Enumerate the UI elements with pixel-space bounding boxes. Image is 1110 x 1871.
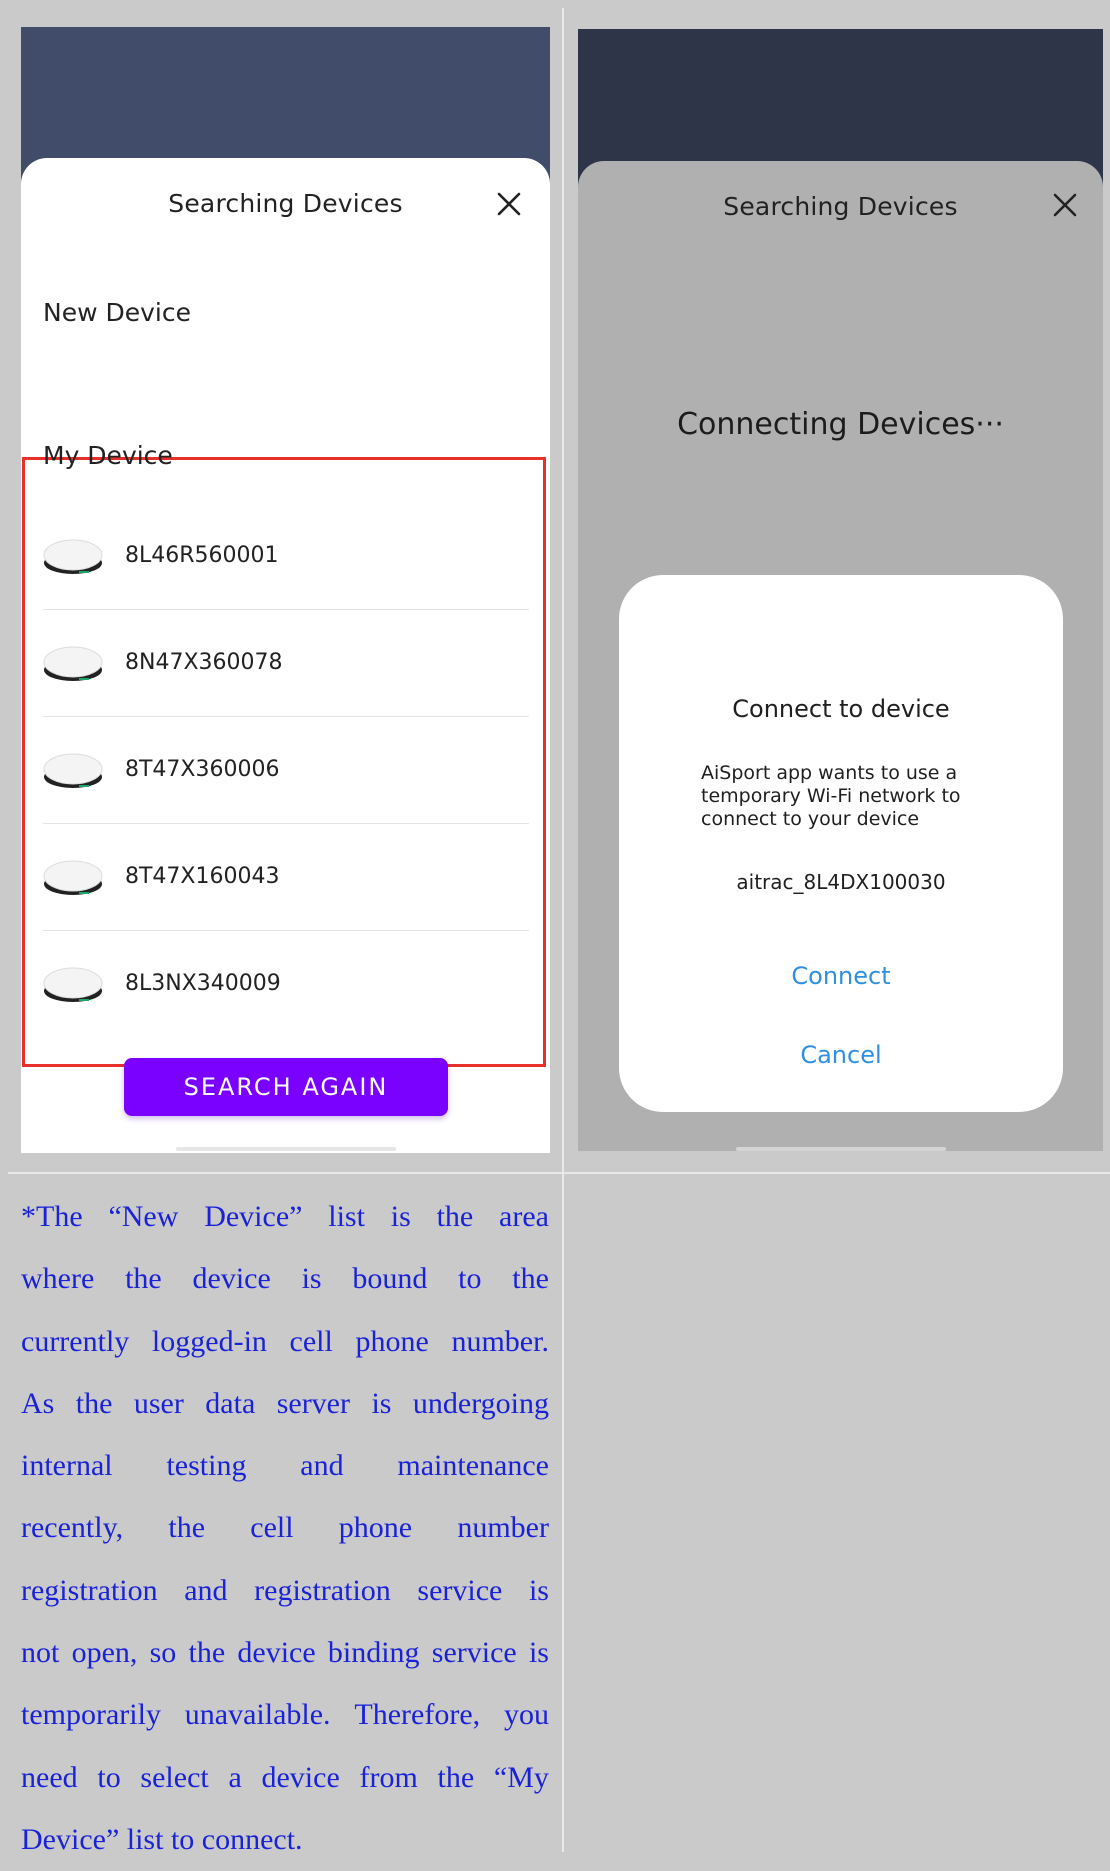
device-list-item[interactable]: 8L46R560001 [43, 503, 529, 610]
caption-line: internal testing and maintenance [21, 1449, 549, 1483]
connect-button[interactable]: Connect [619, 962, 1063, 990]
home-indicator [736, 1147, 946, 1151]
router-device-icon [43, 860, 103, 895]
device-list-item[interactable]: 8L3NX340009 [43, 931, 529, 1038]
search-again-button[interactable]: SEARCH AGAIN [124, 1058, 448, 1116]
dialog-title: Connect to device [732, 695, 950, 723]
close-icon[interactable] [492, 187, 526, 221]
sheet-title: Searching Devices [168, 189, 403, 218]
caption-line: *The “New Device” list is the area [21, 1200, 549, 1233]
device-serial: 8L46R560001 [125, 543, 279, 568]
new-device-label: New Device [43, 298, 191, 327]
router-device-icon [43, 967, 103, 1002]
wifi-ssid: aitrac_8L4DX100030 [736, 870, 946, 894]
right-phone-screen: Searching Devices Connecting Devices··· … [578, 29, 1103, 1151]
instruction-caption: *The “New Device” list is the area where the dev… [21, 1186, 549, 1871]
device-list-item[interactable]: 8N47X360078 [43, 610, 529, 717]
router-device-icon [43, 539, 103, 574]
router-device-icon [43, 646, 103, 681]
device-serial: 8N47X360078 [125, 650, 283, 675]
sheet-title: Searching Devices [723, 192, 958, 221]
caption-line: As the user data server is undergoing [21, 1386, 549, 1420]
caption-line: where the device is bound to the [21, 1262, 549, 1296]
caption-line: recently, the cell phone number [21, 1511, 549, 1545]
connect-dialog: Connect to device AiSport app wants to u… [619, 575, 1063, 1112]
caption-line: need to select a device from the “My [21, 1760, 549, 1794]
caption-line: temporarily unavailable. Therefore, you [21, 1698, 549, 1732]
connecting-status: Connecting Devices··· [677, 407, 1004, 442]
device-list-item[interactable]: 8T47X360006 [43, 717, 529, 824]
device-list-item[interactable]: 8T47X160043 [43, 824, 529, 931]
router-device-icon [43, 753, 103, 788]
caption-line: not open, so the device binding service is [21, 1636, 549, 1670]
cancel-button[interactable]: Cancel [619, 1041, 1063, 1069]
caption-line: registration and registration service is [21, 1573, 549, 1607]
home-indicator [176, 1147, 396, 1151]
device-serial: 8T47X160043 [125, 864, 280, 889]
left-phone-screen: Searching Devices New Device My Device 8… [21, 27, 550, 1153]
dialog-message: AiSport app wants to use a temporary Wi-… [701, 762, 961, 830]
caption-line: currently logged-in cell phone number. [21, 1324, 549, 1358]
my-device-label: My Device [43, 441, 173, 470]
close-icon[interactable] [1048, 188, 1082, 222]
caption-line: Device” list to connect. [21, 1822, 303, 1856]
column-divider [562, 8, 564, 1852]
device-serial: 8T47X360006 [125, 757, 280, 782]
device-serial: 8L3NX340009 [125, 971, 281, 996]
row-divider [8, 1172, 1110, 1174]
